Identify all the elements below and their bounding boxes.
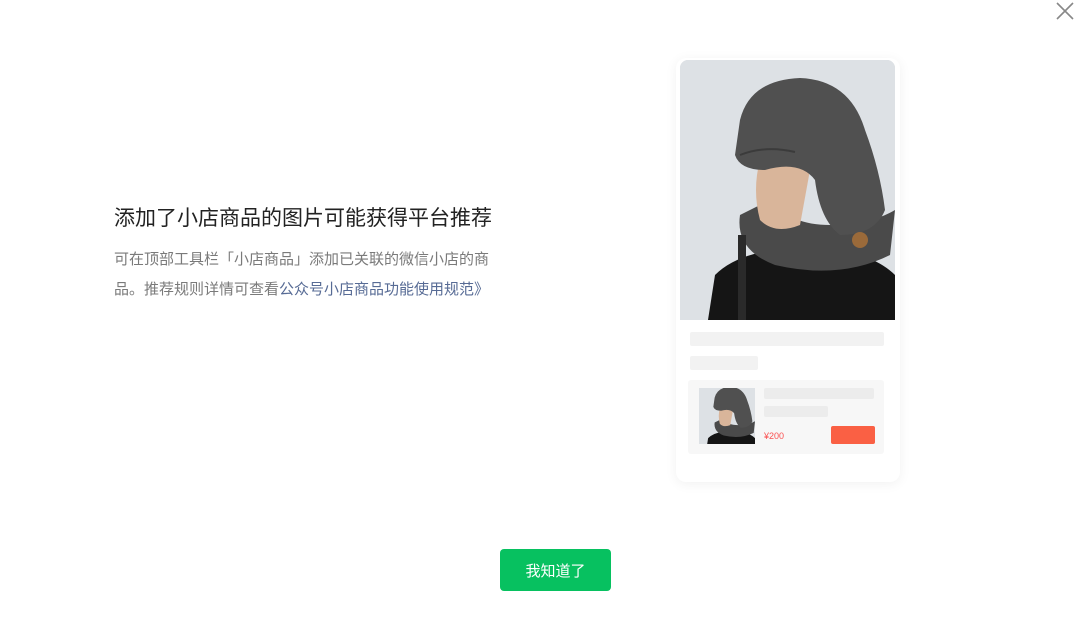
product-price: ¥200 (764, 431, 785, 441)
placeholder-line (690, 332, 884, 346)
dialog-description: 可在顶部工具栏「小店商品」添加已关联的微信小店的商品。推荐规则详情可查看公众号小… (114, 244, 514, 304)
dialog-title: 添加了小店商品的图片可能获得平台推荐 (114, 206, 492, 230)
buy-button (831, 426, 875, 444)
confirm-button[interactable]: 我知道了 (500, 549, 611, 591)
rules-link[interactable]: 公众号小店商品功能使用规范》 (279, 280, 489, 298)
placeholder-line (690, 356, 758, 370)
preview-card: ¥200 (676, 58, 900, 482)
close-icon (1056, 2, 1074, 20)
product-thumbnail (699, 388, 755, 444)
product-photo (680, 60, 895, 320)
close-button[interactable] (1054, 0, 1076, 22)
hooded-person-image (680, 60, 895, 320)
placeholder-line (764, 406, 828, 417)
placeholder-line (764, 388, 874, 399)
product-item: ¥200 (688, 380, 884, 454)
info-text-block: 添加了小店商品的图片可能获得平台推荐 可在顶部工具栏「小店商品」添加已关联的微信… (114, 202, 514, 304)
